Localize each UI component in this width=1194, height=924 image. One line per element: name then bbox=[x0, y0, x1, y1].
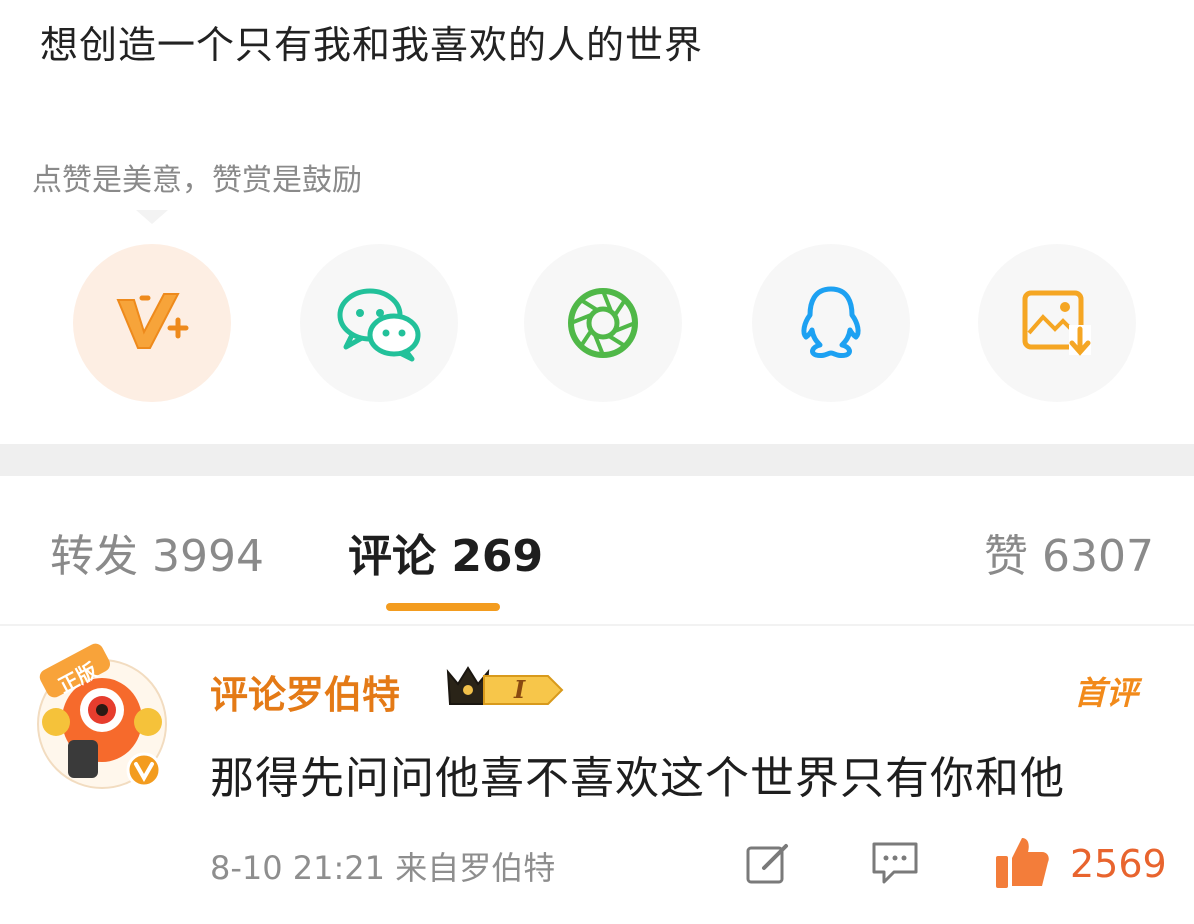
vip-level: I bbox=[513, 675, 526, 704]
share-qq-button[interactable] bbox=[752, 244, 910, 402]
tab-likes[interactable]: 赞 6307 bbox=[984, 520, 1154, 584]
hint-tooltip-tail bbox=[136, 210, 168, 224]
tab-repost[interactable]: 转发 3994 bbox=[50, 520, 264, 584]
edit-icon[interactable] bbox=[744, 840, 792, 888]
like-count[interactable]: 2569 bbox=[1070, 842, 1167, 886]
tabs-divider bbox=[0, 624, 1194, 626]
comment-text: 那得先问问他喜不喜欢这个世界只有你和他 bbox=[210, 753, 1065, 804]
first-comment-badge: 首评 bbox=[1074, 674, 1139, 712]
vip-level-badge: I bbox=[446, 666, 564, 705]
share-row bbox=[0, 244, 1194, 404]
post-text: 想创造一个只有我和我喜欢的人的世界 bbox=[40, 23, 704, 67]
qq-icon bbox=[801, 286, 861, 359]
save-image-icon bbox=[1022, 290, 1091, 356]
reward-button[interactable] bbox=[73, 244, 231, 402]
wechat-icon bbox=[337, 288, 421, 362]
comment-meta: 8-10 21:21 来自罗伯特 bbox=[210, 849, 556, 887]
section-divider bbox=[0, 444, 1194, 476]
active-tab-indicator bbox=[386, 603, 500, 611]
thumbs-up-icon[interactable] bbox=[992, 832, 1052, 892]
share-moments-button[interactable] bbox=[524, 244, 682, 402]
reward-hint: 点赞是美意，赞赏是鼓励 bbox=[32, 163, 362, 198]
share-wechat-button[interactable] bbox=[300, 244, 458, 402]
comment-username[interactable]: 评论罗伯特 bbox=[210, 664, 400, 719]
save-image-button[interactable] bbox=[978, 244, 1136, 402]
moments-icon bbox=[568, 288, 638, 358]
v-plus-reward-icon bbox=[116, 293, 189, 349]
tab-comments[interactable]: 评论 269 bbox=[348, 520, 543, 584]
avatar[interactable]: 正版 bbox=[28, 640, 178, 800]
comment-icon[interactable] bbox=[870, 840, 920, 886]
tabs-bar: 转发 3994 评论 269 赞 6307 bbox=[0, 520, 1194, 590]
